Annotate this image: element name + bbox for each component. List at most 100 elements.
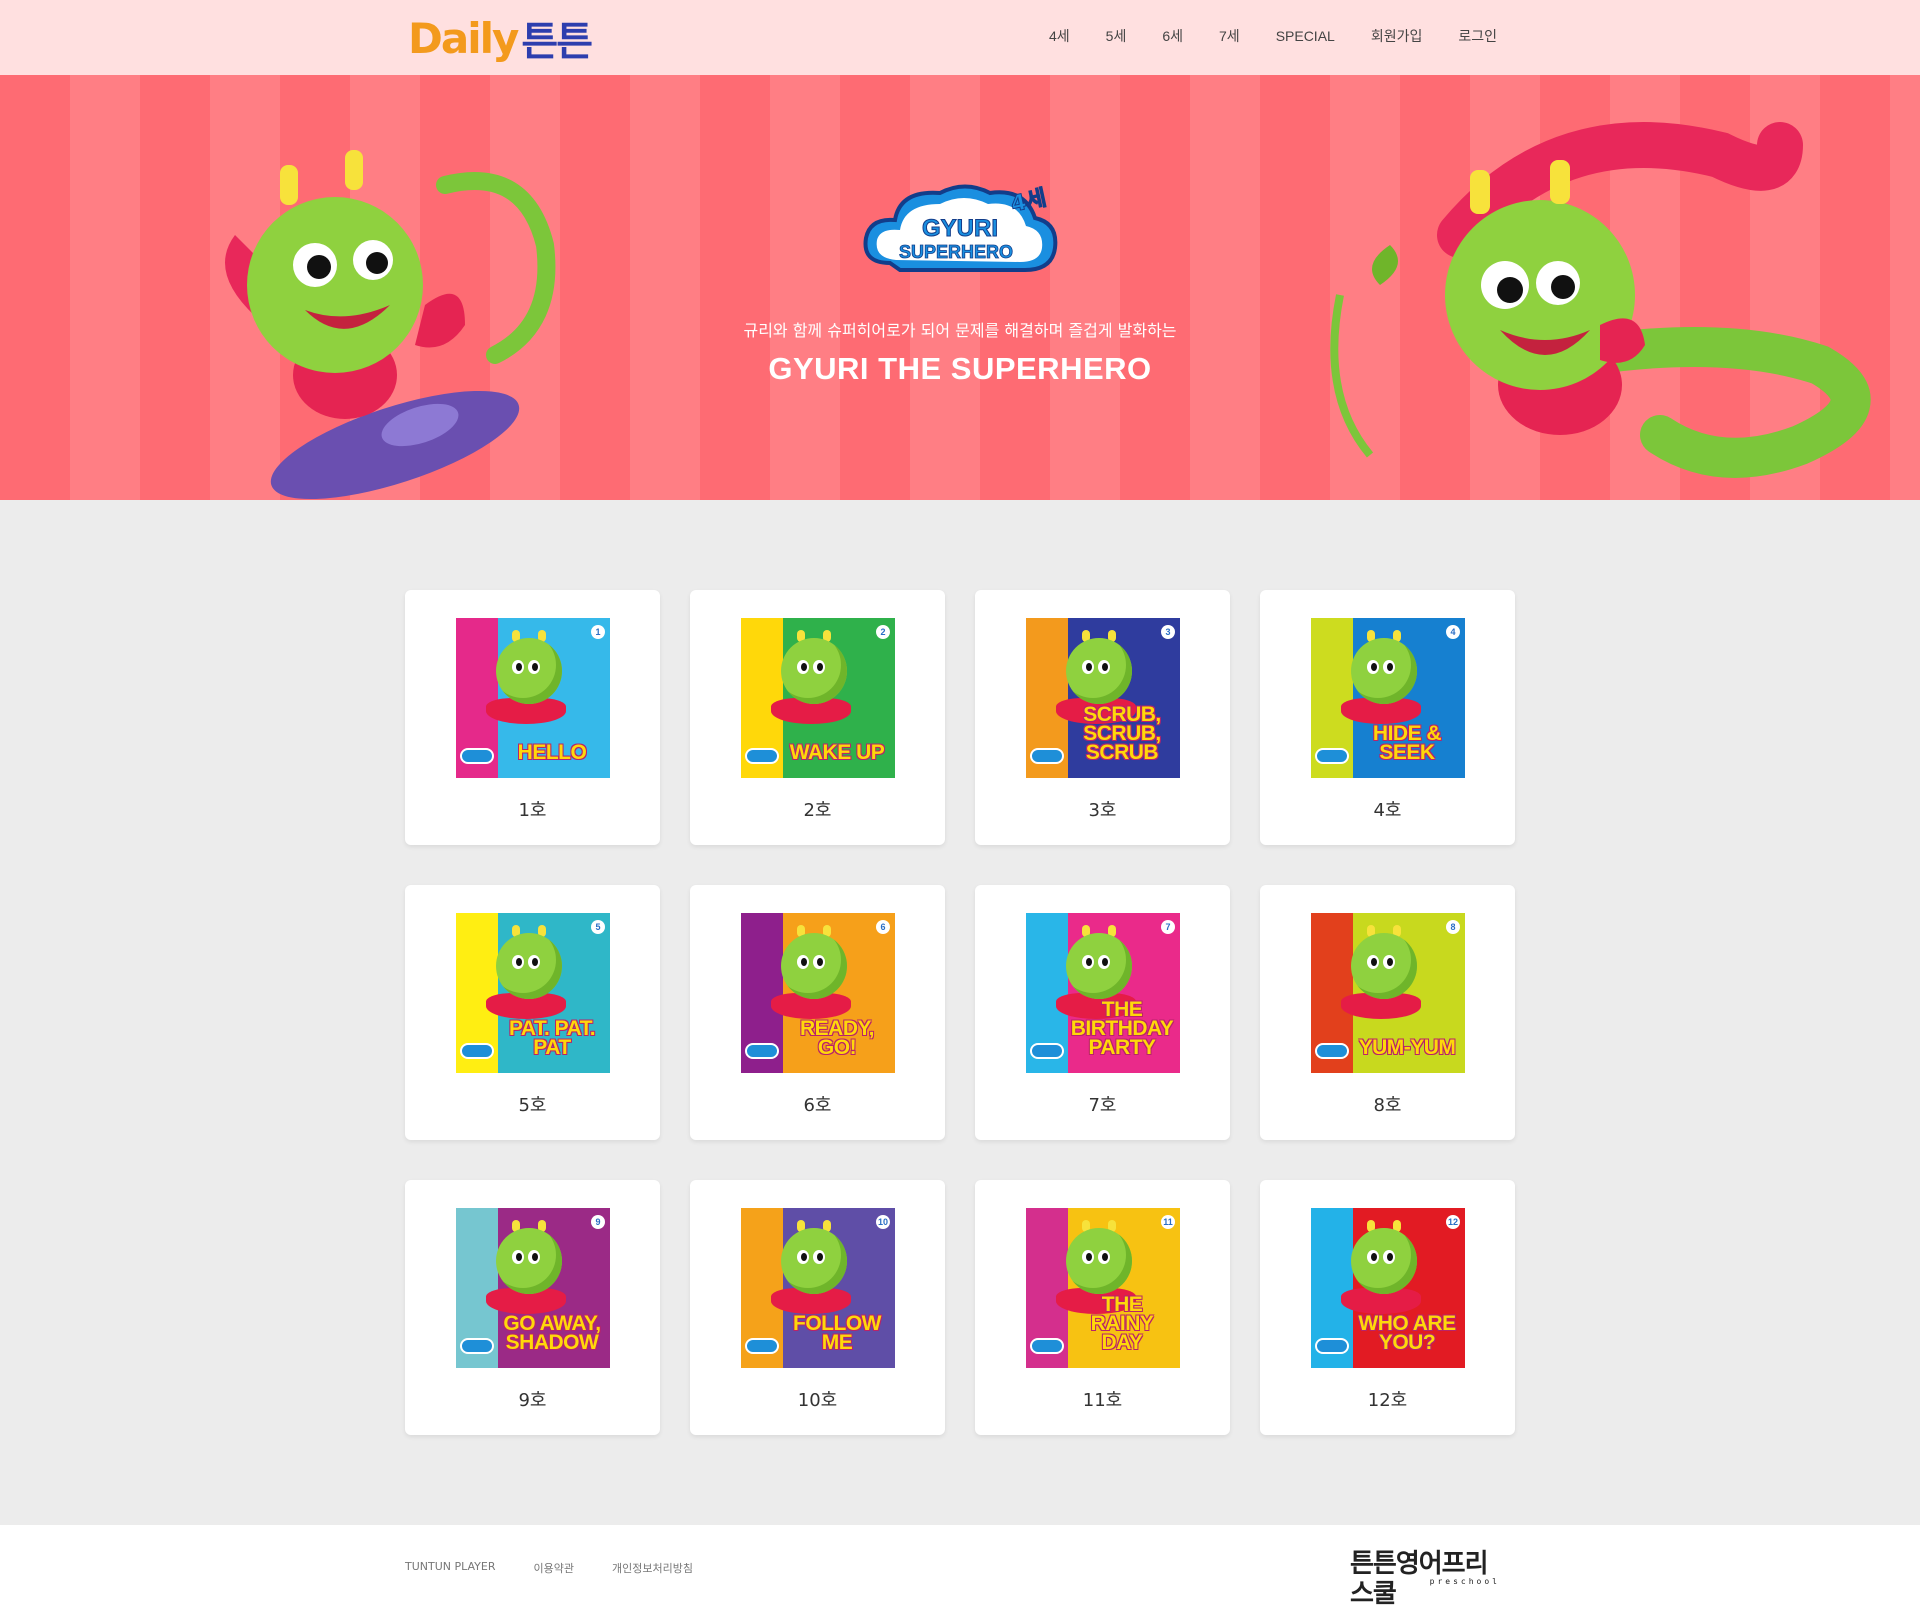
issue-label: 7호: [1088, 1095, 1117, 1116]
cover-title: HELLO: [517, 741, 587, 764]
issue-label: 3호: [1088, 800, 1117, 821]
badge-line-2: SUPERHERO: [899, 242, 1013, 262]
issue-label: 2호: [803, 800, 832, 821]
issue-label: 12호: [1367, 1390, 1408, 1411]
book-cover: 8 YUM-YUM: [1311, 913, 1465, 1073]
issue-label: 9호: [518, 1390, 547, 1411]
eye-icon: [1082, 1250, 1094, 1264]
main-nav: 4세 5세 6세 7세 SPECIAL 회원가입 로그인: [1013, 26, 1497, 46]
book-card[interactable]: 5 PAT. PAT. PAT 5호: [405, 885, 660, 1140]
eye-icon: [1383, 955, 1395, 969]
book-cover: 12 WHO ARE YOU?: [1311, 1208, 1465, 1368]
issue-label: 1호: [518, 800, 547, 821]
book-card[interactable]: 8 YUM-YUM 8호: [1260, 885, 1515, 1140]
cover-title: FOLLOW ME: [793, 1312, 881, 1354]
book-card[interactable]: 12 WHO ARE YOU? 12호: [1260, 1180, 1515, 1435]
eye-icon: [1367, 955, 1379, 969]
eye-icon: [813, 1250, 825, 1264]
issue-label: 11호: [1082, 1390, 1123, 1411]
issue-number-badge: 1: [591, 625, 605, 639]
issue-number-badge: 8: [1446, 920, 1460, 934]
issue-label: 10호: [797, 1390, 838, 1411]
site-logo[interactable]: Daily 튼튼: [408, 14, 593, 66]
cover-title: THE BIRTHDAY PARTY: [1070, 998, 1174, 1059]
issue-label: 8호: [1373, 1095, 1402, 1116]
cover-title: READY, GO!: [799, 1017, 875, 1059]
eye-icon: [1098, 1250, 1110, 1264]
eye-icon: [528, 955, 540, 969]
eye-icon: [1383, 660, 1395, 674]
cover-title: WHO ARE YOU?: [1358, 1312, 1456, 1354]
eye-icon: [797, 660, 809, 674]
eye-icon: [1082, 660, 1094, 674]
eye-icon: [1098, 955, 1110, 969]
series-logo-icon: [460, 1043, 494, 1059]
cover-title: HIDE & SEEK: [1372, 722, 1442, 764]
issue-number-badge: 12: [1446, 1215, 1460, 1229]
nav-signup[interactable]: 회원가입: [1371, 26, 1423, 46]
nav-special[interactable]: SPECIAL: [1276, 26, 1335, 46]
eye-icon: [1082, 955, 1094, 969]
book-card[interactable]: 10 FOLLOW ME 10호: [690, 1180, 945, 1435]
book-card[interactable]: 1 HELLO 1호: [405, 590, 660, 845]
gyuri-surfing-illustration: [225, 150, 556, 500]
cover-title: PAT. PAT. PAT: [508, 1017, 596, 1059]
logo-korean: 튼튼: [521, 19, 593, 65]
series-logo-icon: [745, 1338, 779, 1354]
series-logo-icon: [1315, 1338, 1349, 1354]
footer-brand-logo[interactable]: 튼튼영어프리스쿨 preschool: [1350, 1549, 1502, 1609]
eye-icon: [1367, 660, 1379, 674]
book-card[interactable]: 11 THE RAINY DAY 11호: [975, 1180, 1230, 1435]
eye-icon: [512, 955, 524, 969]
hero-banner: GYURI SUPERHERO 4세 규리와 함께 슈퍼히어로가 되어 문제를 …: [0, 75, 1920, 500]
gyuri-flying-illustration: [1330, 122, 1871, 478]
book-card[interactable]: 3 SCRUB, SCRUB, SCRUB 3호: [975, 590, 1230, 845]
nav-login[interactable]: 로그인: [1458, 26, 1497, 46]
eye-icon: [512, 1250, 524, 1264]
book-grid: 1 HELLO 1호 2 WAKE UP 2호 3 SCRUB, SCRUB, …: [405, 590, 1515, 1435]
issue-number-badge: 3: [1161, 625, 1175, 639]
issue-number-badge: 6: [876, 920, 890, 934]
book-cover: 3 SCRUB, SCRUB, SCRUB: [1026, 618, 1180, 778]
eye-icon: [528, 660, 540, 674]
eye-icon: [1383, 1250, 1395, 1264]
cover-title: SCRUB, SCRUB, SCRUB: [1083, 703, 1161, 764]
book-cover: 9 GO AWAY, SHADOW: [456, 1208, 610, 1368]
nav-age-7[interactable]: 7세: [1219, 26, 1240, 46]
cover-title: THE RAINY DAY: [1090, 1293, 1154, 1354]
eye-icon: [813, 955, 825, 969]
eye-icon: [797, 1250, 809, 1264]
series-logo-icon: [1030, 748, 1064, 764]
issue-number-badge: 9: [591, 1215, 605, 1229]
cover-title: WAKE UP: [789, 741, 885, 764]
book-cover: 4 HIDE & SEEK: [1311, 618, 1465, 778]
nav-age-5[interactable]: 5세: [1106, 26, 1127, 46]
book-cover: 10 FOLLOW ME: [741, 1208, 895, 1368]
issue-number-badge: 7: [1161, 920, 1175, 934]
footer-link-terms[interactable]: 이용약관: [534, 1560, 574, 1576]
book-card[interactable]: 6 READY, GO! 6호: [690, 885, 945, 1140]
book-card[interactable]: 9 GO AWAY, SHADOW 9호: [405, 1180, 660, 1435]
series-logo-icon: [460, 748, 494, 764]
gyuri-superhero-badge: GYURI SUPERHERO 4세: [863, 184, 1058, 272]
footer-link-privacy[interactable]: 개인정보처리방침: [612, 1560, 693, 1576]
nav-age-4[interactable]: 4세: [1049, 26, 1070, 46]
site-footer: TUNTUN PLAYER 이용약관 개인정보처리방침 튼튼영어프리스쿨 pre…: [0, 1525, 1920, 1617]
badge-age: 4세: [1009, 186, 1049, 218]
book-card[interactable]: 7 THE BIRTHDAY PARTY 7호: [975, 885, 1230, 1140]
eye-icon: [797, 955, 809, 969]
book-card[interactable]: 2 WAKE UP 2호: [690, 590, 945, 845]
issue-label: 5호: [518, 1095, 547, 1116]
series-logo-icon: [1030, 1338, 1064, 1354]
badge-line-1: GYURI: [922, 215, 998, 242]
book-card[interactable]: 4 HIDE & SEEK 4호: [1260, 590, 1515, 845]
site-header: Daily 튼튼 4세 5세 6세 7세 SPECIAL 회원가입 로그인: [0, 0, 1920, 75]
series-logo-icon: [1030, 1043, 1064, 1059]
issue-number-badge: 11: [1161, 1215, 1175, 1229]
issue-label: 4호: [1373, 800, 1402, 821]
book-cover: 11 THE RAINY DAY: [1026, 1208, 1180, 1368]
footer-link-player[interactable]: TUNTUN PLAYER: [405, 1560, 496, 1576]
eye-icon: [512, 660, 524, 674]
nav-age-6[interactable]: 6세: [1162, 26, 1183, 46]
book-cover: 7 THE BIRTHDAY PARTY: [1026, 913, 1180, 1073]
